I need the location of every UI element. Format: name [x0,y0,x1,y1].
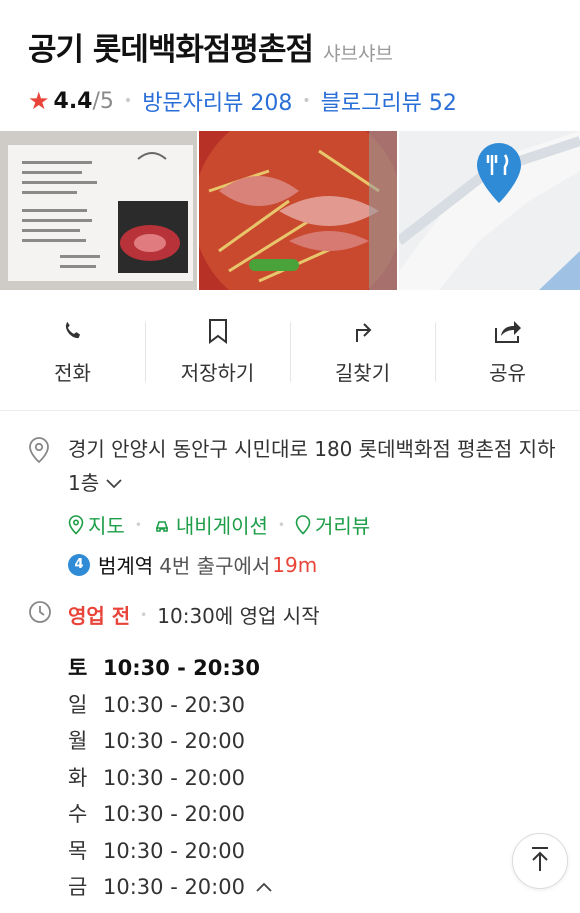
directions-button[interactable]: 길찾기 [290,316,435,386]
map-link[interactable]: 지도 [68,510,125,539]
directions-icon [351,316,375,345]
hours-row: 수 10:30 - 20:00 [68,796,273,833]
subway-info: 4 범계역 4번 출구에서 19m [68,550,317,579]
map-pin-small-icon [68,514,84,535]
streetview-link[interactable]: 거리뷰 [295,510,370,539]
food-photo[interactable] [199,131,397,290]
rating-value: 4.4 [53,88,93,114]
hours-time: 10:30 - 20:30 [103,692,245,717]
hours-time: 10:30 - 20:30 [103,656,261,680]
hours-row: 목 10:30 - 20:00 [68,833,273,870]
blog-reviews-link[interactable]: 블로그리뷰 52 [321,85,457,117]
place-name: 공기 롯데백화점평촌점 [28,32,314,68]
hours-list: 토 10:30 - 20:30 일 10:30 - 20:30 월 10:30 - 2… [68,650,273,906]
chevron-down-icon[interactable] [105,466,123,500]
place-category: 샤브샤브 [323,43,393,65]
address-text[interactable]: 경기 안양시 동안구 시민대로 180 롯데백화점 평촌점 지하 1층 [68,432,558,500]
streetview-icon [295,514,311,535]
navigation-link-label: 내비게이션 [175,514,268,538]
save-label: 저장하기 [180,361,255,385]
hours-time: 10:30 - 20:00 [103,729,245,753]
subway-station: 범계역 [98,554,154,578]
scroll-top-button[interactable] [512,833,568,889]
separator-dot: • [123,93,133,109]
share-icon [493,316,523,345]
navigation-link[interactable]: 내비게이션 [152,510,268,539]
hours-row: 화 10:30 - 20:00 [68,760,273,797]
call-button[interactable]: 전화 [0,316,145,386]
navigation-icon [155,520,168,532]
streetview-link-label: 거리뷰 [314,514,371,538]
hours-day: 수 [68,802,88,826]
hours-day: 일 [68,692,88,717]
map-link-label: 지도 [88,514,125,538]
address-value: 경기 안양시 동안구 시민대로 180 롯데백화점 평촌점 지하 1층 [68,437,556,495]
place-header: 공기 롯데백화점평촌점 샤브샤브 ★ 4.4 /5 • 방문자리뷰 208 • … [0,0,580,117]
hours-day: 금 [68,875,88,899]
directions-label: 길찾기 [334,361,391,385]
hours-time: 10:30 - 20:00 [103,838,245,863]
separator-dot: • [277,517,285,532]
hours-time: 10:30 - 20:00 [103,765,245,790]
separator-dot: • [140,607,148,622]
phone-icon [60,316,86,345]
hours-row: 금 10:30 - 20:00 [68,869,273,906]
subway-distance: 19m [272,552,318,577]
star-icon: ★ [28,87,50,115]
separator-dot: • [302,93,311,109]
location-pin-icon [28,436,50,468]
hours-day: 토 [68,656,88,680]
action-bar: 전화 저장하기 길찾기 공유 [0,316,580,386]
rating-row: ★ 4.4 /5 • 방문자리뷰 208 • 블로그리뷰 52 [28,85,580,117]
section-divider [0,410,580,411]
hours-day: 화 [68,765,88,790]
hours-day: 월 [68,729,88,753]
arrow-up-icon [527,845,553,877]
share-button[interactable]: 공유 [435,316,580,386]
bookmark-icon [207,316,229,345]
share-label: 공유 [489,361,526,385]
opening-note: 10:30에 영업 시작 [157,604,320,628]
separator-dot: • [134,517,142,532]
clock-icon [28,600,52,628]
subway-line-badge: 4 [68,553,90,576]
menu-photo[interactable] [0,131,197,290]
chevron-up-icon[interactable] [255,869,273,906]
save-button[interactable]: 저장하기 [145,316,290,386]
visitor-reviews-link[interactable]: 방문자리뷰 208 [142,85,292,117]
hours-row: 토 10:30 - 20:30 [68,650,273,687]
call-label: 전화 [54,361,91,385]
subway-exit: 4번 출구에서 [159,554,271,578]
rating-max: /5 [92,88,114,114]
map-links: 지도 • 내비게이션 • 거리뷰 [68,510,370,539]
business-status: 영업 전 [68,604,131,628]
title-row: 공기 롯데백화점평촌점 샤브샤브 [28,24,580,69]
map-thumbnail[interactable] [399,131,580,290]
hours-time: 10:30 - 20:00 [103,802,245,826]
hours-day: 목 [68,838,88,863]
hours-row: 일 10:30 - 20:30 [68,687,273,724]
hours-status[interactable]: 영업 전 • 10:30에 영업 시작 [68,600,320,629]
photo-strip [0,131,580,290]
hours-row: 월 10:30 - 20:00 [68,723,273,760]
hours-time: 10:30 - 20:00 [103,875,245,899]
